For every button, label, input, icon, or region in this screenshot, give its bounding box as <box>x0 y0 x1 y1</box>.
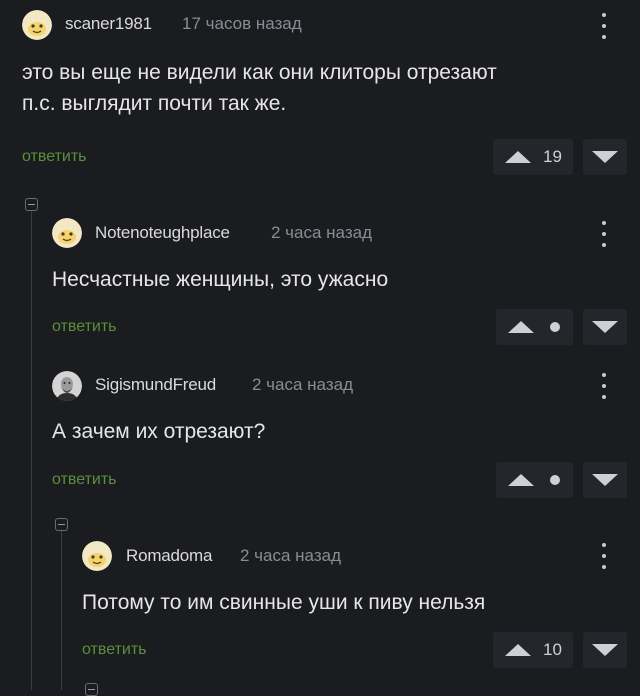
comment-text-line: Несчастные женщины, это ужасно <box>52 268 389 291</box>
downvote-arrow-icon <box>592 474 618 486</box>
comment-username[interactable]: SigismundFreud <box>95 375 216 395</box>
comment-score: 19 <box>543 147 562 166</box>
reply-link[interactable]: ответить <box>82 641 147 659</box>
comment-username[interactable]: Romadoma <box>126 546 212 566</box>
downvote-arrow-icon <box>592 321 618 333</box>
downvote-button[interactable] <box>583 462 627 498</box>
reply-link[interactable]: ответить <box>22 148 87 166</box>
upvote-button[interactable]: 10 <box>493 632 573 668</box>
avatar[interactable] <box>52 371 82 401</box>
upvote-button[interactable] <box>496 462 573 498</box>
upvote-arrow-icon <box>505 644 531 656</box>
collapse-thread-button[interactable] <box>25 198 38 211</box>
upvote-arrow-icon <box>508 474 534 486</box>
avatar[interactable] <box>22 10 52 40</box>
score-hidden-dot-icon <box>550 322 560 332</box>
pikabu-face-avatar-icon <box>22 10 52 40</box>
more-options-icon[interactable] <box>599 221 609 247</box>
downvote-arrow-icon <box>592 644 618 656</box>
freud-portrait-avatar-icon <box>52 371 82 401</box>
downvote-button[interactable] <box>583 632 627 668</box>
comment-time: 17 часов назад <box>182 14 302 33</box>
downvote-button[interactable] <box>583 139 627 175</box>
upvote-button[interactable]: 19 <box>493 139 573 175</box>
avatar[interactable] <box>82 541 112 571</box>
more-options-icon[interactable] <box>599 13 609 39</box>
downvote-button[interactable] <box>583 309 627 345</box>
upvote-arrow-icon <box>508 321 534 333</box>
comment-time: 2 часа назад <box>252 375 353 394</box>
more-options-icon[interactable] <box>599 543 609 569</box>
thread-line-level2 <box>61 530 62 690</box>
comment-username[interactable]: Notenoteughplace <box>95 223 230 243</box>
comment-score: 10 <box>543 640 562 659</box>
upvote-button[interactable] <box>496 309 573 345</box>
reply-link[interactable]: ответить <box>52 471 117 489</box>
pikabu-face-avatar-icon <box>82 541 112 571</box>
comment-time: 2 часа назад <box>271 223 372 242</box>
comment-text-line: п.с. выглядит почти так же. <box>22 92 287 115</box>
more-options-icon[interactable] <box>599 373 609 399</box>
upvote-arrow-icon <box>505 151 531 163</box>
comment-text-line: это вы еще не видели как они клиторы отр… <box>22 61 497 84</box>
reply-link[interactable]: ответить <box>52 318 117 336</box>
pikabu-face-avatar-icon <box>52 218 82 248</box>
comment-text-line: Потому то им свинные уши к пиву нельзя <box>82 591 486 614</box>
comment-username[interactable]: scaner1981 <box>65 14 152 34</box>
score-hidden-dot-icon <box>550 475 560 485</box>
thread-line-level1 <box>31 210 32 690</box>
comment-time: 2 часа назад <box>240 546 341 565</box>
collapse-thread-button[interactable] <box>55 518 68 531</box>
downvote-arrow-icon <box>592 151 618 163</box>
comment-text-line: А зачем их отрезают? <box>52 420 266 443</box>
avatar[interactable] <box>52 218 82 248</box>
